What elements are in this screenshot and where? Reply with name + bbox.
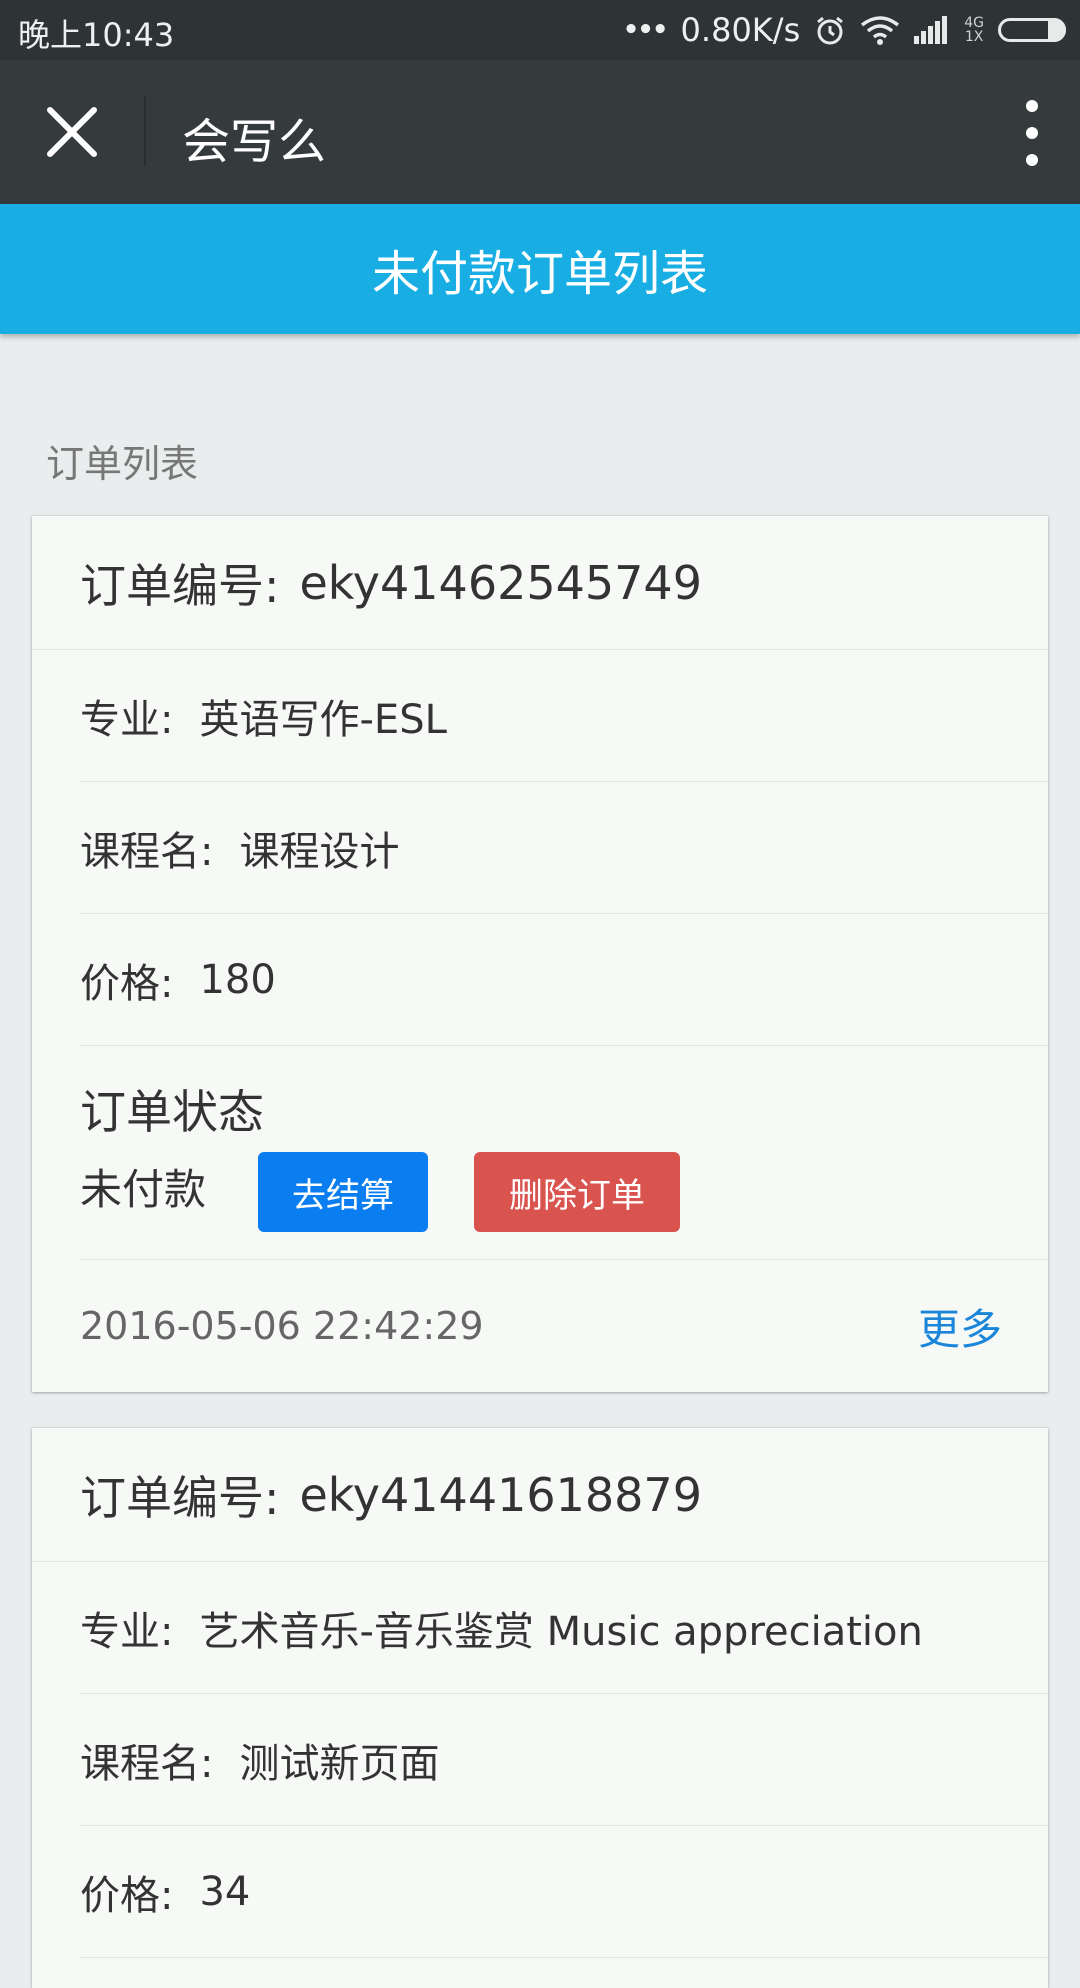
page-title: 未付款订单列表 [371,246,708,302]
major-label: 专业: [80,1608,174,1655]
order-number: eky41441618879 [299,1467,702,1522]
order-status-value: 未付款 [80,1165,207,1214]
order-number: eky41462545749 [299,555,702,610]
price-row: 价格: 180 [80,914,1048,1046]
order-number-row: 订单编号: eky41462545749 [32,516,1048,650]
price-label: 价格: [80,1872,174,1919]
course-row: 课程名: 课程设计 [80,782,1048,914]
major-row: 专业: 英语写作-ESL [80,650,1048,782]
close-button[interactable] [40,100,104,164]
more-vertical-icon [1026,100,1038,112]
order-status-title: 订单状态 [80,1085,264,1139]
course-value: 测试新页面 [239,1740,440,1787]
price-value: 34 [199,1868,251,1915]
alarm-icon [817,16,844,45]
close-icon [47,107,97,157]
network-type: 4G 1X [964,16,984,44]
network-speed: 0.80K/s [680,11,801,49]
major-value: 英语写作-ESL [199,696,447,743]
network-type-bottom: 1X [964,29,984,45]
more-link[interactable]: 更多 [918,1296,1002,1357]
order-footer: 2016-05-06 22:42:29 更多 [32,1260,1048,1392]
checkout-button[interactable]: 去结算 [258,1152,428,1232]
order-time: 2016-05-06 22:42:29 [80,1304,484,1348]
major-label: 专业: [80,696,174,743]
course-label: 课程名: [80,828,214,875]
network-type-top: 4G [964,15,984,31]
signal-icon [914,16,948,44]
status-time: 晚上10:43 [18,16,175,54]
major-row: 专业: 艺术音乐-音乐鉴赏 Music appreciation [80,1562,1048,1694]
notification-dots: ••• [622,15,669,45]
app-bar-divider [144,96,146,166]
more-vertical-icon-dot [1026,154,1038,166]
section-label: 订单列表 [46,442,199,486]
status-indicators: ••• 0.80K/s 4G 1X [623,8,1066,52]
more-menu-button[interactable] [1022,100,1042,166]
course-row: 课程名: 测试新页面 [80,1694,1048,1826]
more-vertical-icon-dot [1026,127,1038,139]
order-number-row: 订单编号: eky41441618879 [32,1428,1048,1562]
page-header: 未付款订单列表 [0,204,1080,334]
battery-icon [998,18,1066,42]
status-bar: 晚上10:43 ••• 0.80K/s 4G 1X [0,0,1080,60]
price-label: 价格: [80,960,174,1007]
order-card: 订单编号: eky41462545749 专业: 英语写作-ESL 课程名: 课… [32,516,1048,1392]
course-value: 课程设计 [239,828,400,875]
order-status-block: 订单状态 未付款 去结算 删除订单 [80,1046,1048,1260]
price-value: 180 [199,956,276,1003]
course-label: 课程名: [80,1740,214,1787]
order-number-label: 订单编号: [80,1470,280,1525]
app-bar: 会写么 [0,60,1080,204]
app-title: 会写么 [182,114,327,170]
price-row: 价格: 34 [80,1826,1048,1958]
major-value: 艺术音乐-音乐鉴赏 Music appreciation [199,1608,923,1655]
wifi-icon [861,16,900,45]
delete-order-button[interactable]: 删除订单 [474,1152,680,1232]
order-number-label: 订单编号: [80,558,280,613]
order-card: 订单编号: eky41441618879 专业: 艺术音乐-音乐鉴赏 Music… [32,1428,1048,1988]
